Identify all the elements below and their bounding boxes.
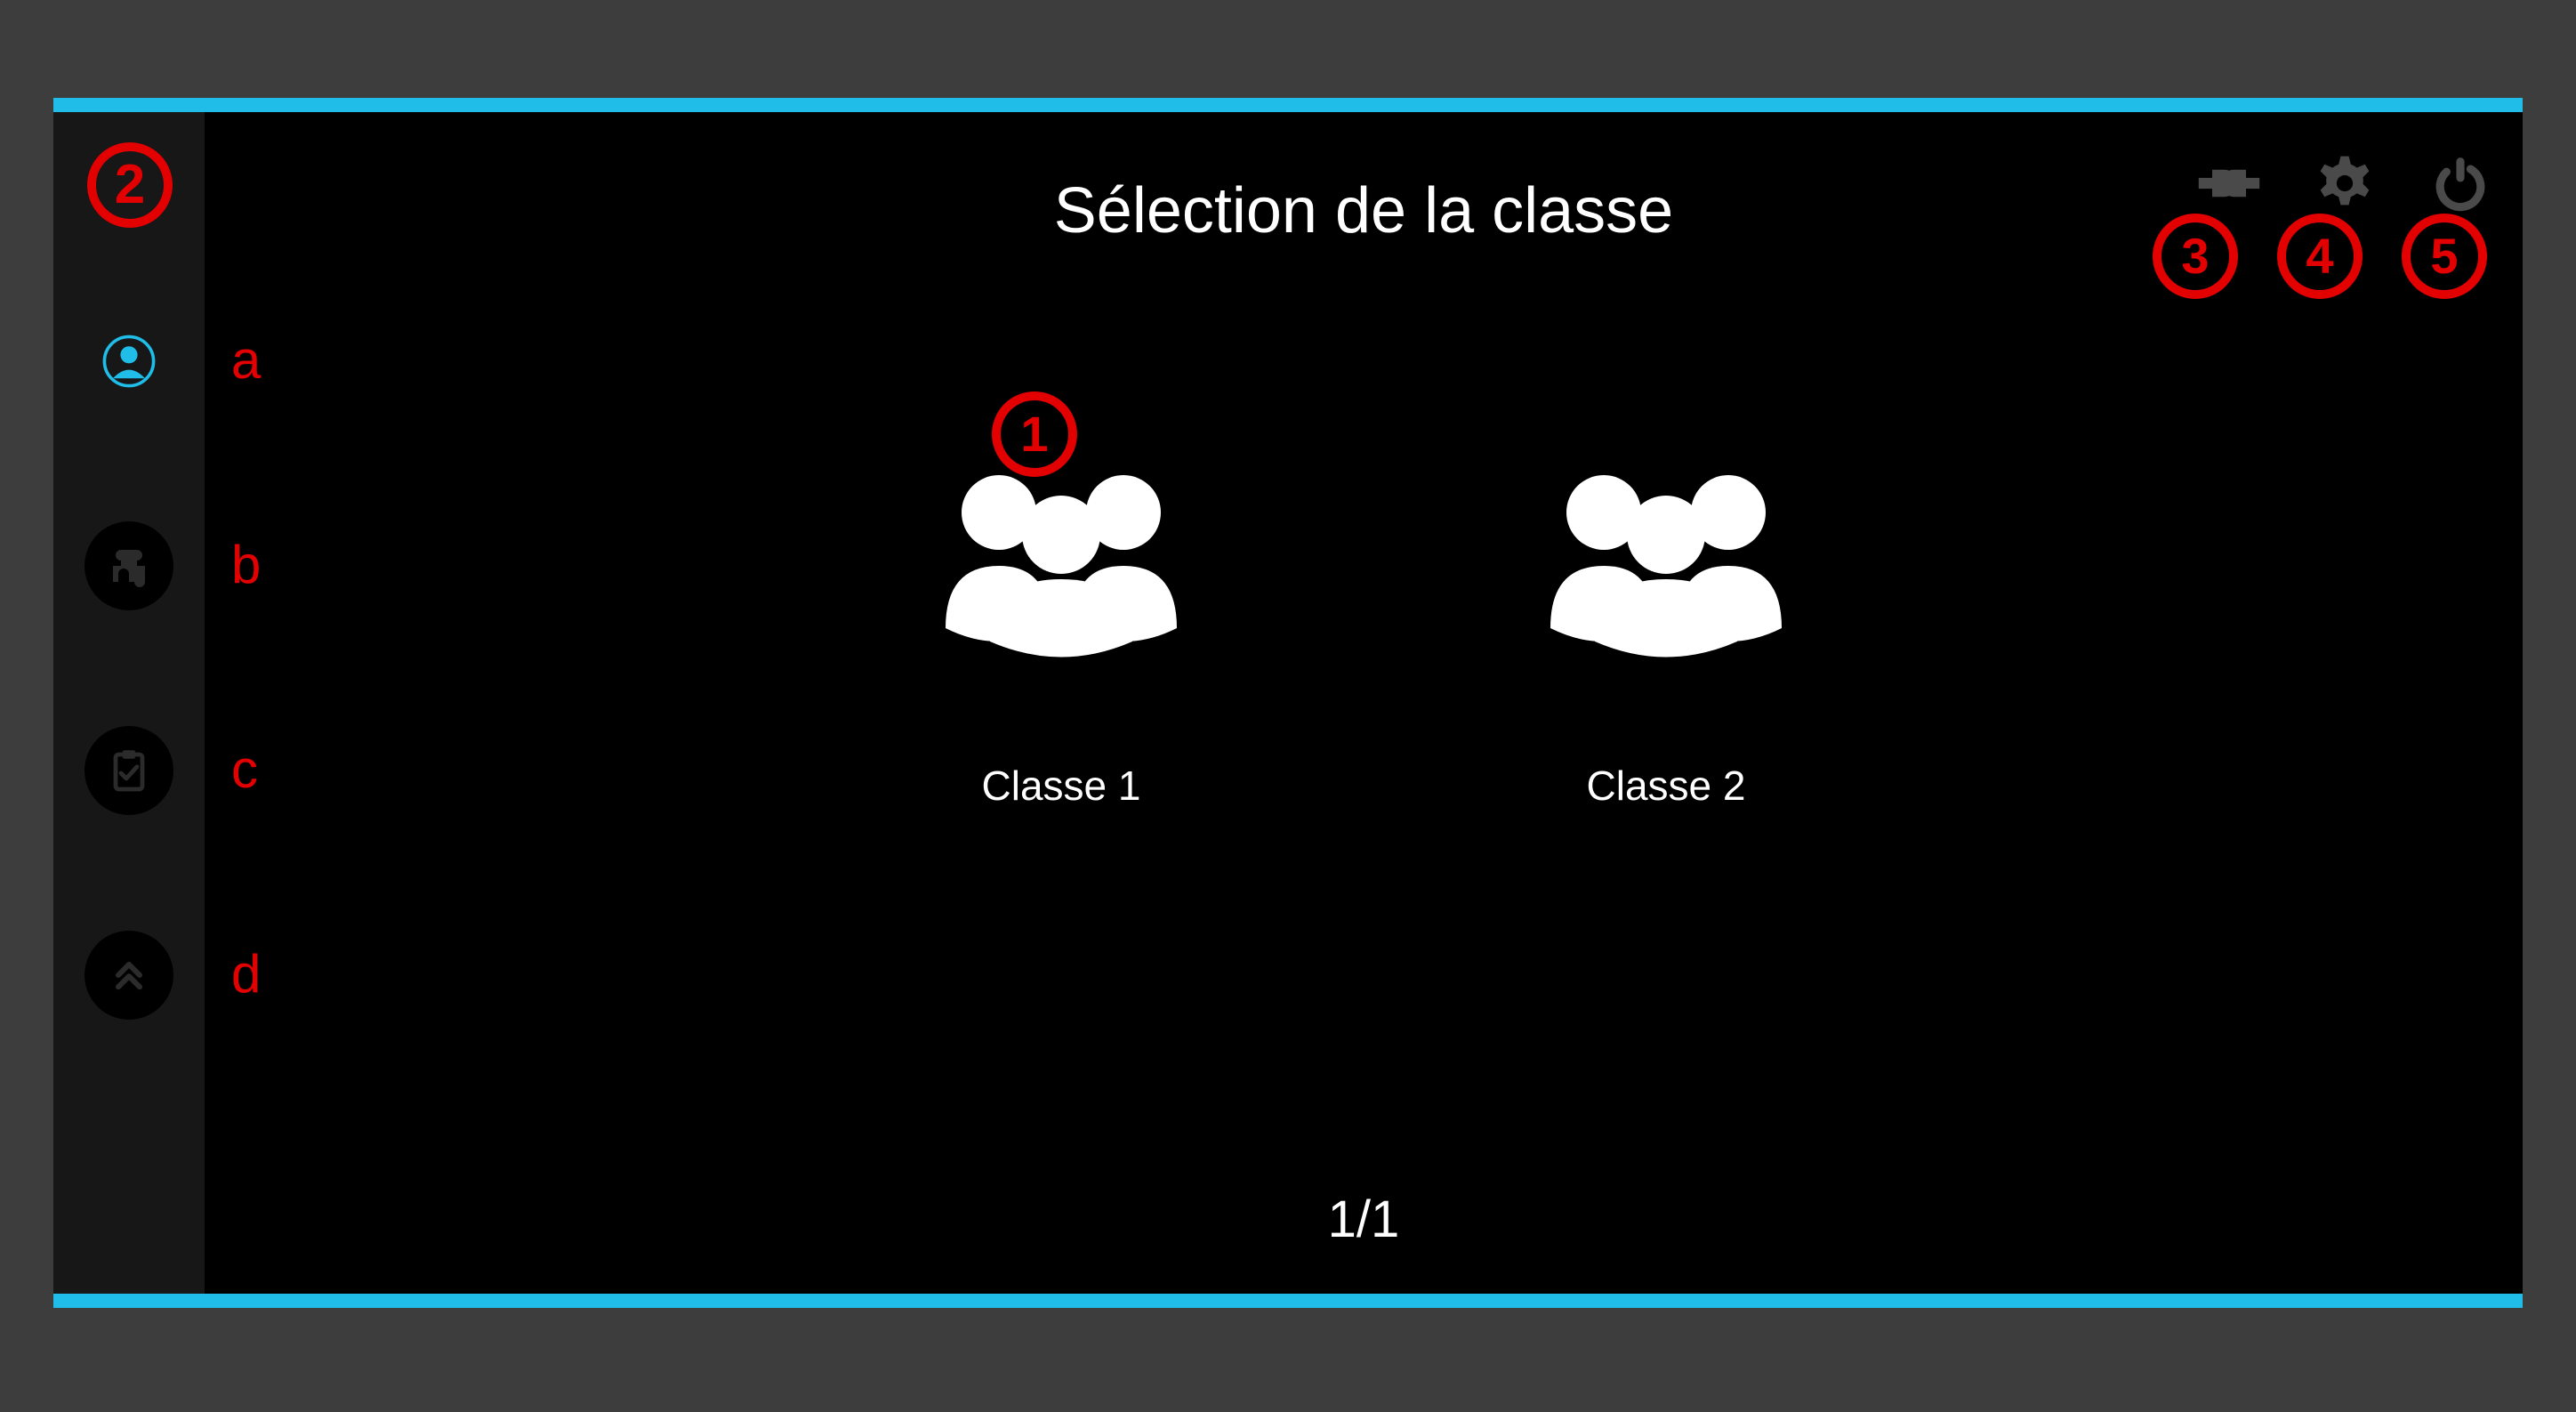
class-item-1[interactable]: Classe 1: [910, 450, 1212, 810]
plug-icon: [2195, 149, 2263, 217]
power-button[interactable]: [2425, 148, 2496, 219]
annotation-letter-b: b: [231, 534, 261, 595]
pager: 1/1: [205, 1190, 2523, 1249]
sidebar-item-up[interactable]: [85, 931, 173, 1020]
toolbar: [2194, 148, 2496, 219]
sidebar-item-user[interactable]: [85, 317, 173, 406]
sidebar-item-puzzle[interactable]: [85, 521, 173, 610]
user-icon: [102, 335, 156, 388]
annotation-marker-2: 2: [87, 142, 173, 228]
sidebar: [53, 112, 205, 1294]
sidebar-item-clipboard[interactable]: [85, 726, 173, 815]
plug-button[interactable]: [2194, 148, 2265, 219]
puzzle-icon: [102, 539, 156, 593]
annotation-marker-3: 3: [2153, 214, 2238, 299]
annotation-marker-1: 1: [992, 391, 1077, 477]
annotation-marker-4: 4: [2277, 214, 2363, 299]
class-label: Classe 1: [982, 762, 1141, 810]
chevrons-up-icon: [102, 948, 156, 1002]
group-icon: [1515, 450, 1817, 664]
class-label: Classe 2: [1587, 762, 1746, 810]
gear-icon: [2311, 149, 2379, 217]
group-icon: [910, 450, 1212, 664]
class-item-2[interactable]: Classe 2: [1515, 450, 1817, 810]
annotation-marker-5: 5: [2402, 214, 2487, 299]
annotation-letter-a: a: [231, 329, 261, 391]
clipboard-check-icon: [102, 744, 156, 797]
settings-button[interactable]: [2309, 148, 2380, 219]
annotation-letter-c: c: [231, 738, 258, 800]
class-list: Classe 1 Classe 2: [205, 450, 2523, 810]
power-icon: [2427, 149, 2494, 217]
annotation-letter-d: d: [231, 943, 261, 1005]
app-frame: Sélection de la classe: [53, 98, 2523, 1308]
